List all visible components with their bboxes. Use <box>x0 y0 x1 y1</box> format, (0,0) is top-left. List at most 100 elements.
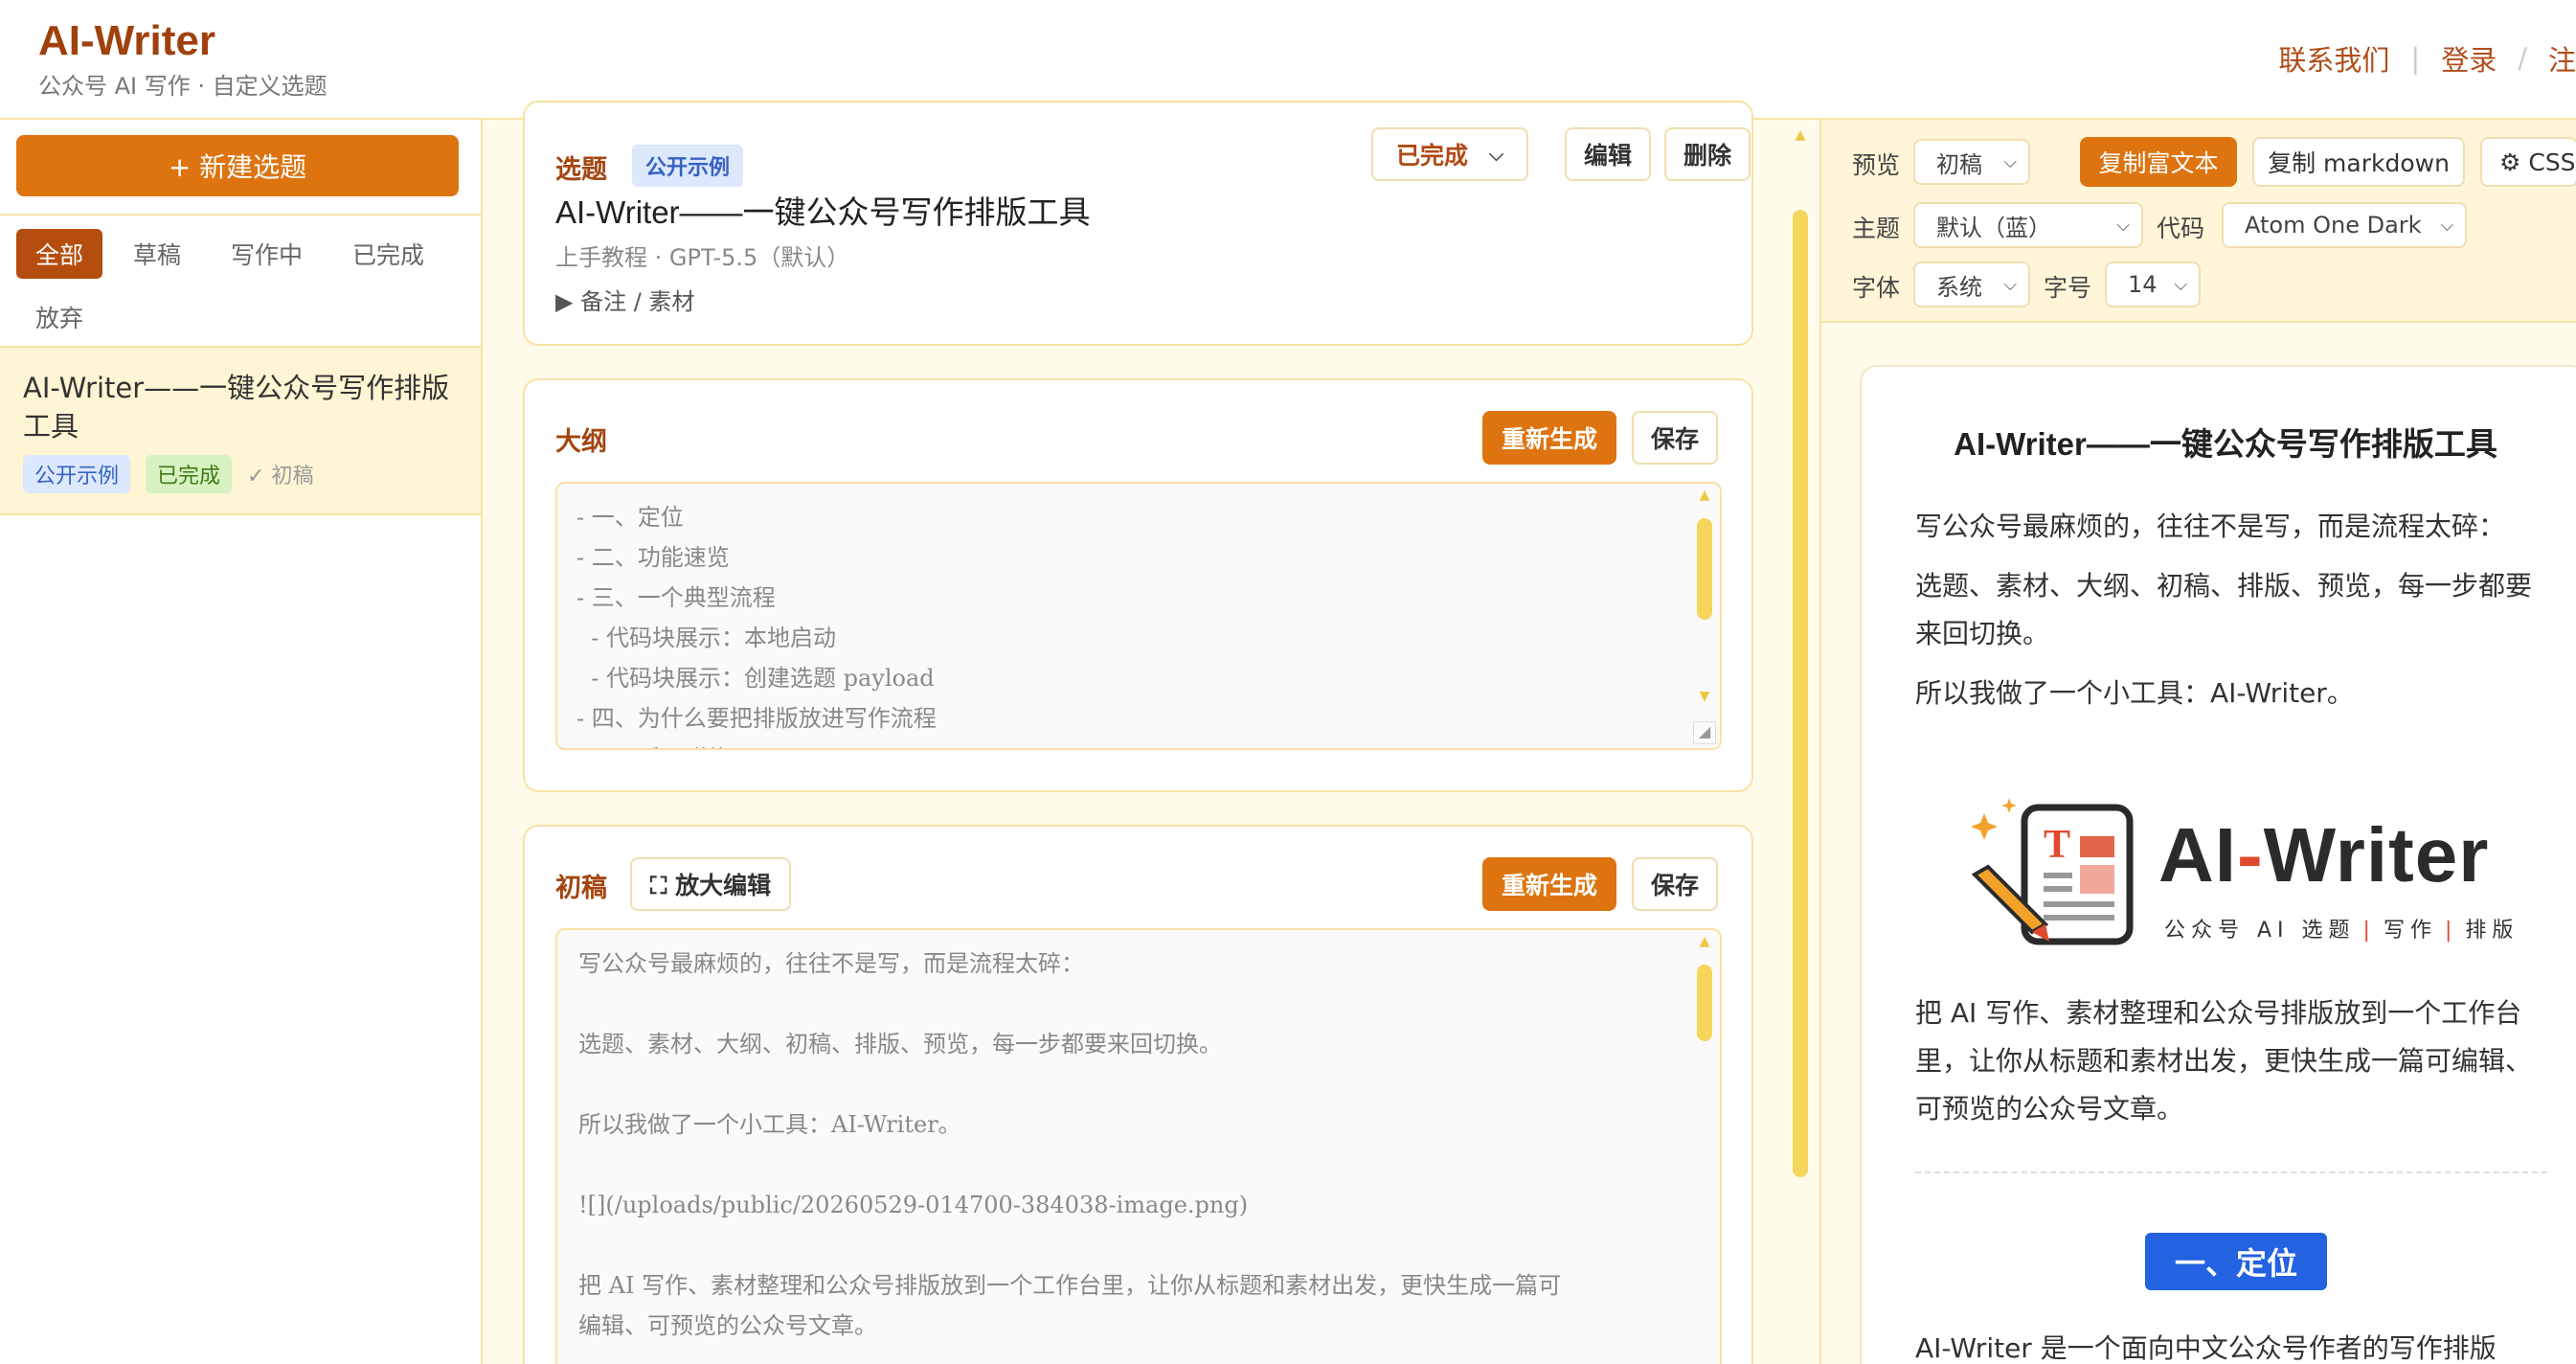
contact-link[interactable]: 联系我们 <box>2278 38 2389 79</box>
zoom-edit-button[interactable]: ⛶ 放大编辑 <box>630 857 791 911</box>
outline-label: 大纲 <box>555 427 607 457</box>
new-topic-button[interactable]: + 新建选题 <box>16 135 459 196</box>
text-line: 所以我做了一个小工具：AI-Writer。 <box>578 1111 961 1138</box>
topic-meta: 上手教程 · GPT-5.5（默认） <box>555 244 850 271</box>
svg-text:T: T <box>2044 823 2070 867</box>
logo-wordmark: AI-Writer <box>2158 811 2489 899</box>
status-value: 已完成 <box>1396 142 1469 170</box>
outline-scrollbar[interactable]: ▲ ▼ <box>1697 488 1712 737</box>
preview-paragraph: 把 AI 写作、素材整理和公众号排版放到一个工作台里，让你从标题和素材出发，更快… <box>1915 997 2533 1125</box>
scroll-thumb[interactable] <box>1697 965 1712 1041</box>
text-line <box>578 1145 1699 1185</box>
brand-logo[interactable]: AI-Writer <box>38 17 215 65</box>
text-line: 把 AI 写作、素材整理和公众号排版放到一个工作台里，让你从标题和素材出发，更快… <box>578 1272 1562 1299</box>
regenerate-draft-button[interactable]: 重新生成 <box>1482 857 1616 911</box>
filter-abandoned[interactable]: 放弃 <box>16 292 102 342</box>
editor-scrollbar[interactable]: ▲ <box>1791 120 1810 1364</box>
outline-textarea[interactable]: - 一、定位 - 二、功能速览 - 三、一个典型流程 - 代码块展示：本地启动 … <box>555 482 1722 750</box>
draft-label: 初稿 <box>555 874 607 903</box>
scroll-down-icon[interactable]: ▼ <box>1697 689 1712 704</box>
delete-button[interactable]: 删除 <box>1664 127 1751 181</box>
logo-word-ai: AI <box>2158 812 2237 898</box>
draft-scrollbar[interactable]: ▲ <box>1697 934 1712 1364</box>
save-draft-button[interactable]: 保存 <box>1632 857 1718 911</box>
regenerate-outline-button[interactable]: 重新生成 <box>1482 411 1616 465</box>
status-badge: 已完成 <box>146 455 233 493</box>
scroll-thumb[interactable] <box>1793 210 1808 1177</box>
preview-toolbar: 预览 初稿 ⌵ 复制富文本 复制 markdown ⚙ CSS 主题 默认（蓝）… <box>1821 120 2576 323</box>
preview-paragraph: 所以我做了一个小工具：AI-Writer。 <box>1915 677 2354 709</box>
chevron-down-icon: ⌵ <box>2440 215 2453 236</box>
chevron-down-icon: ⌵ <box>2116 215 2130 236</box>
preview-label: 预览 <box>1852 151 1901 179</box>
list-item-title: AI-Writer——一键公众号写作排版工具 <box>23 372 450 443</box>
theme-label: 主题 <box>1852 215 1901 242</box>
draft-textarea[interactable]: 写公众号最麻烦的，往往不是写，而是流程太碎： 选题、素材、大纲、初稿、排版、预览… <box>555 928 1722 1364</box>
chevron-down-icon: ⌵ <box>1489 143 1504 166</box>
code-label: 代码 <box>2157 215 2205 242</box>
resize-handle-icon[interactable]: ◢ <box>1693 721 1716 744</box>
save-outline-button[interactable]: 保存 <box>1632 411 1718 465</box>
status-select[interactable]: 已完成 ⌵ <box>1371 127 1529 181</box>
scroll-up-icon[interactable]: ▲ <box>1697 488 1712 503</box>
logo-dash: - <box>2237 812 2264 898</box>
text-line: - 四、为什么要把排版放进写作流程 <box>576 705 937 732</box>
filter-draft[interactable]: 草稿 <box>114 229 200 279</box>
nav-separator: | <box>2410 42 2421 75</box>
preview-value: 初稿 <box>1936 150 1982 178</box>
notes-toggle[interactable]: ▶ 备注 / 素材 <box>555 283 694 316</box>
code-theme-select[interactable]: Atom One Dark ⌵ <box>2222 202 2467 248</box>
section-heading: 一、定位 <box>2145 1233 2327 1290</box>
css-button[interactable]: ⚙ CSS <box>2480 137 2576 187</box>
scroll-up-icon[interactable]: ▲ <box>1697 934 1712 949</box>
text-line: - 一、定位 <box>576 504 684 531</box>
edit-button[interactable]: 编辑 <box>1565 127 1651 181</box>
filter-done[interactable]: 已完成 <box>333 229 443 279</box>
outline-card: 大纲 重新生成 保存 - 一、定位 - 二、功能速览 - 三、一个典型流程 - … <box>523 378 1753 792</box>
preview-paragraph: 选题、素材、大纲、初稿、排版、预览，每一步都要来回切换。 <box>1915 570 2533 649</box>
editor-panel: 选题 公开示例 已完成 ⌵ 编辑 删除 AI-Writer——一键公众号写作排版… <box>483 101 1819 1364</box>
text-line <box>578 984 1699 1024</box>
filter-writing[interactable]: 写作中 <box>212 229 322 279</box>
text-line: 选题、素材、大纲、初稿、排版、预览，每一步都要来回切换。 <box>578 1031 1222 1057</box>
list-item[interactable]: AI-Writer——一键公众号写作排版工具 公开示例 已完成 ✓ 初稿 <box>0 346 481 515</box>
preview-paragraph: 写公众号最麻烦的，往往不是写，而是流程太碎： <box>1915 511 2506 542</box>
logo-bar: | <box>2362 919 2376 943</box>
text-line: 编辑、可预览的公众号文章。 <box>578 1312 877 1339</box>
theme-value: 默认（蓝） <box>1936 214 2051 241</box>
nav-separator: / <box>2518 42 2527 75</box>
preview-select[interactable]: 初稿 ⌵ <box>1913 139 2030 185</box>
register-link[interactable]: 注 <box>2548 38 2576 79</box>
scroll-up-icon[interactable]: ▲ <box>1793 127 1808 143</box>
brand-tagline: 公众号 AI 写作 · 自定义选题 <box>38 73 328 100</box>
public-badge: 公开示例 <box>632 145 744 187</box>
topic-sidebar: + 新建选题 全部 草稿 写作中 已完成 放弃 AI-Writer——一键公众号… <box>0 120 483 1364</box>
logo-word-writer: Writer <box>2263 812 2490 898</box>
topic-title: AI-Writer——一键公众号写作排版工具 <box>555 194 1091 230</box>
preview-panel: 预览 初稿 ⌵ 复制富文本 复制 markdown ⚙ CSS 主题 默认（蓝）… <box>1819 120 2576 1364</box>
divider <box>1915 1171 2547 1173</box>
divider <box>0 214 481 216</box>
public-badge: 公开示例 <box>23 455 131 493</box>
login-link[interactable]: 登录 <box>2441 38 2497 79</box>
font-select[interactable]: 系统 ⌵ <box>1913 261 2030 307</box>
scroll-thumb[interactable] <box>1697 518 1712 620</box>
draft-card: 初稿 ⛶ 放大编辑 重新生成 保存 写公众号最麻烦的，往往不是写，而是流程太碎：… <box>523 825 1753 1364</box>
copy-rich-text-button[interactable]: 复制富文本 <box>2080 137 2237 187</box>
ai-writer-logo: T AI-Writer 公众号 AI 选题 | 写作 | 排版 <box>1954 794 2538 947</box>
logo-sub-b: 写作 <box>2383 919 2437 943</box>
text-line <box>578 1064 1699 1104</box>
size-select[interactable]: 14 ⌵ <box>2105 261 2201 307</box>
document-pen-icon: T <box>1971 798 2134 945</box>
copy-markdown-button[interactable]: 复制 markdown <box>2252 137 2465 187</box>
theme-select[interactable]: 默认（蓝） ⌵ <box>1913 202 2143 248</box>
list-item-tags: 公开示例 已完成 ✓ 初稿 <box>23 455 313 493</box>
logo-sub-c: 排版 <box>2465 919 2520 943</box>
logo-sub-a: 公众号 AI 选题 <box>2164 919 2356 943</box>
font-value: 系统 <box>1936 273 1982 301</box>
code-theme-value: Atom One Dark <box>2245 212 2422 239</box>
logo-bar: | <box>2444 919 2458 943</box>
text-line: - 五、适用群体 <box>576 739 1701 748</box>
filter-all[interactable]: 全部 <box>16 229 103 279</box>
status-filters: 全部 草稿 写作中 已完成 放弃 <box>16 229 466 342</box>
